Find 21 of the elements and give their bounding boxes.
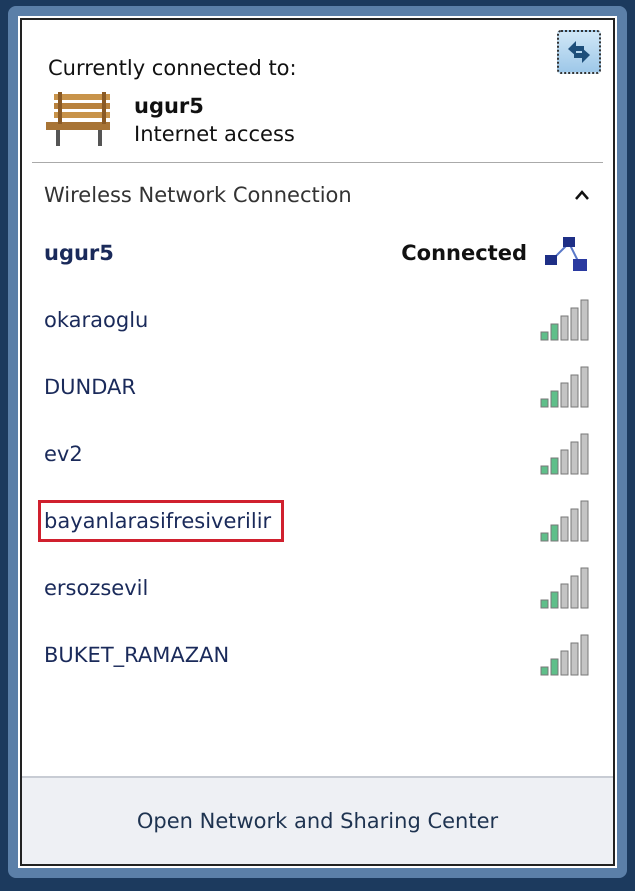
header-title: Currently connected to:: [48, 56, 297, 80]
connection-status: Connected: [401, 240, 527, 264]
network-name[interactable]: ev2: [38, 432, 96, 474]
network-name[interactable]: ugur5: [38, 232, 127, 274]
signal-icon: [539, 298, 591, 342]
network-center-link[interactable]: Open Network and Sharing Center: [136, 809, 498, 833]
network-name[interactable]: DUNDAR: [38, 366, 150, 408]
signal-icon: [539, 566, 591, 610]
caret-up-icon: [575, 190, 589, 200]
network-name: ugur5: [134, 94, 205, 118]
network-name[interactable]: BUKET_RAMAZAN: [38, 634, 242, 676]
connection-status: Internet access: [134, 122, 295, 146]
signal-icon: [539, 432, 591, 476]
network-name[interactable]: ersozsevil: [38, 566, 162, 608]
signal-icon: [539, 632, 591, 676]
signal-icon: [539, 364, 591, 408]
section-title: Wireless Network Connection: [44, 183, 352, 207]
signal-icon: [539, 498, 591, 542]
network-name[interactable]: okaraoglu: [38, 298, 162, 340]
refresh-button[interactable]: [557, 30, 601, 74]
network-name[interactable]: bayanlarasifresiverilir: [38, 500, 284, 542]
